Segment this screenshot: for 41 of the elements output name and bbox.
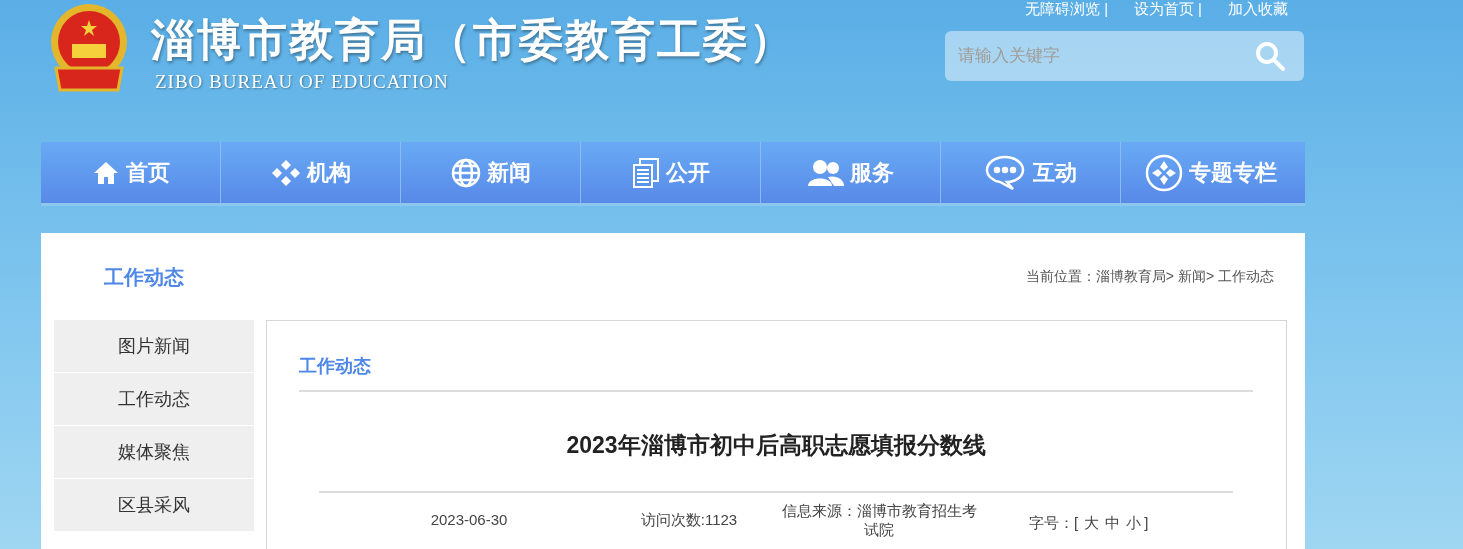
chat-icon xyxy=(984,154,1027,191)
link-separator: | xyxy=(1198,0,1202,19)
font-size-link[interactable]: 中 xyxy=(1105,512,1121,535)
people-icon xyxy=(807,158,844,187)
section-title: 工作动态 xyxy=(104,264,184,290)
breadcrumb: 当前位置：淄博教育局> 新闻> 工作动态 xyxy=(1025,267,1274,286)
top-link[interactable]: 加入收藏 xyxy=(1228,0,1288,21)
site-title: 淄博市教育局（市委教育工委） xyxy=(151,14,795,66)
font-size-link[interactable]: 大 xyxy=(1084,512,1100,535)
emblem-icon xyxy=(48,2,130,94)
flower-circle-icon xyxy=(1145,153,1183,192)
font-size-link[interactable]: 小 xyxy=(1126,512,1142,535)
info-source: 信息来源：淄博市教育招生考试院 xyxy=(780,500,978,539)
article-category: 工作动态 xyxy=(299,353,1253,392)
documents-icon xyxy=(631,156,660,189)
nav-item[interactable]: 机构 xyxy=(221,142,401,203)
visit-count: 访问次数:1123 xyxy=(639,509,739,530)
font-size-label: 字号： xyxy=(1029,513,1074,534)
nav-item[interactable]: 公开 xyxy=(581,142,761,203)
search-input[interactable]: 请输入关键字 xyxy=(958,43,1254,69)
link-separator: | xyxy=(1104,0,1109,19)
publish-date: 2023-06-30 xyxy=(429,509,509,530)
search-icon[interactable] xyxy=(1254,40,1286,72)
globe-icon xyxy=(450,157,481,188)
site-subtitle: ZIBO BUREAU OF EDUCATION xyxy=(155,70,449,94)
nav-item[interactable]: 新闻 xyxy=(401,142,581,203)
sidebar-item[interactable]: 图片新闻 xyxy=(54,320,254,373)
bracket: ] xyxy=(1144,513,1149,534)
top-link[interactable]: 无障碍浏览 xyxy=(1025,0,1101,21)
sidebar-item[interactable]: 工作动态 xyxy=(54,373,254,426)
article-title: 2023年淄博市初中后高职志愿填报分数线 xyxy=(565,431,987,460)
sidebar-item[interactable]: 区县采风 xyxy=(54,479,254,532)
sidebar-item[interactable]: 媒体聚焦 xyxy=(54,426,254,479)
nav-item[interactable]: 首页 xyxy=(41,142,221,203)
bracket: [ xyxy=(1074,513,1079,534)
nav-item[interactable]: 服务 xyxy=(761,142,941,203)
search-field[interactable]: 请输入关键字 xyxy=(945,31,1304,81)
diamonds-icon xyxy=(270,158,301,187)
nav-item[interactable]: 互动 xyxy=(941,142,1121,203)
top-link[interactable]: 设为首页 xyxy=(1134,0,1195,21)
nav-item[interactable]: 专题专栏 xyxy=(1121,142,1301,203)
